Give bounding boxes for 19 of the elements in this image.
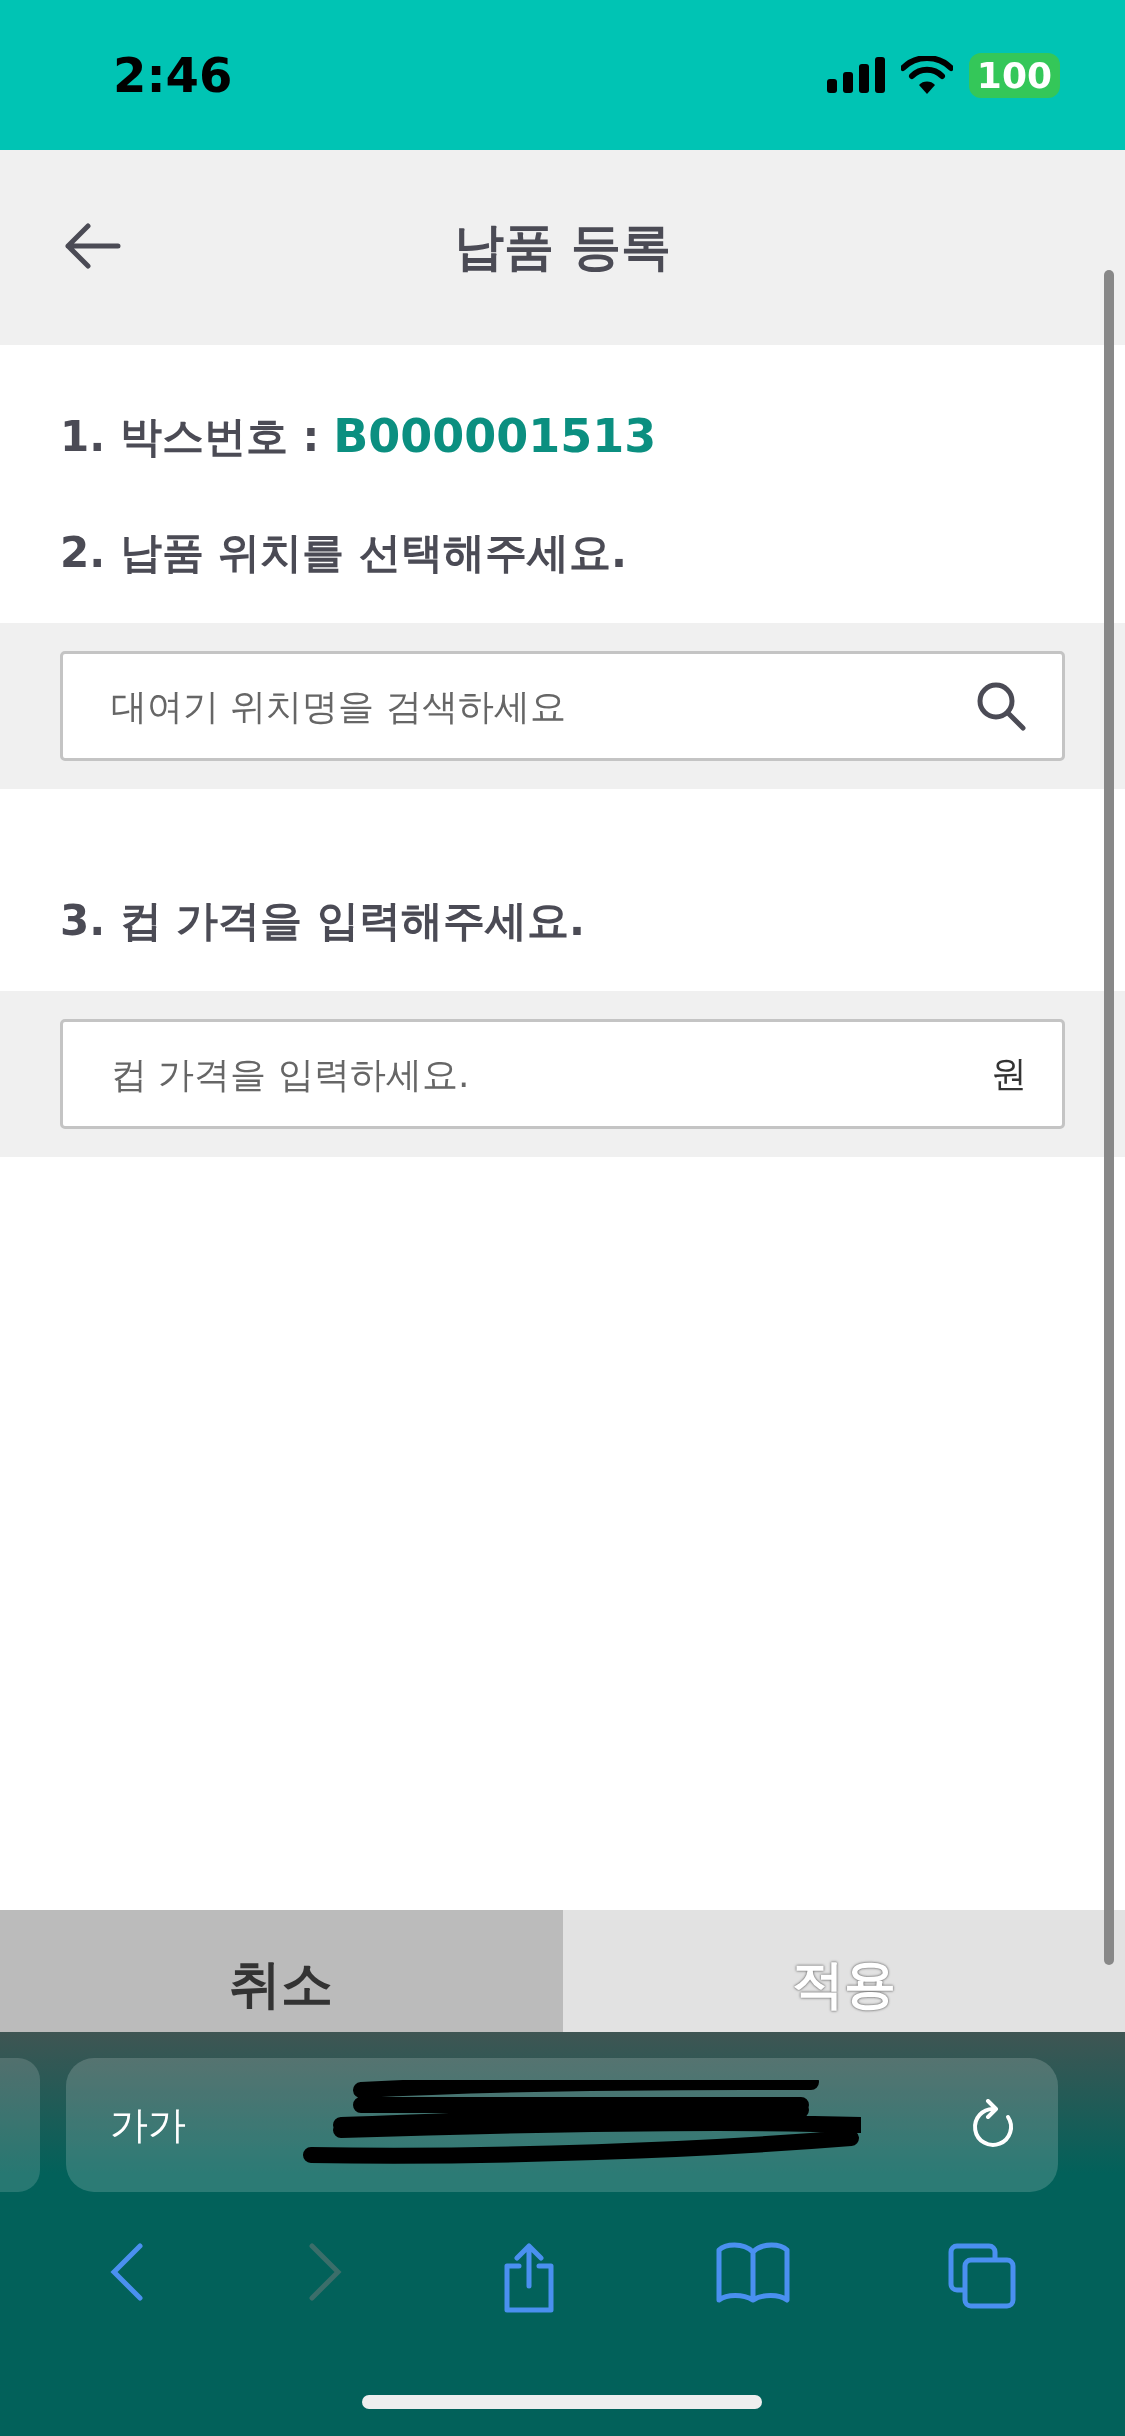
cancel-button[interactable]: 취소 [0, 1910, 563, 2032]
location-question: 2. 납품 위치를 선택해주세요. [59, 527, 628, 579]
search-icon[interactable] [975, 680, 1027, 732]
currency-unit: 원 [991, 1051, 1027, 1096]
page-title: 납품 등록 [453, 217, 672, 278]
location-search-field[interactable]: 대여기 위치명을 검색하세요 [60, 651, 1065, 761]
text-size-button[interactable]: 가가 [104, 2098, 192, 2152]
signal-icon [826, 57, 885, 93]
box-number-label: 1. 박스번호 : [60, 411, 320, 463]
wifi-icon [900, 56, 953, 94]
status-time: 2:46 [113, 47, 233, 103]
battery-level: 100 [968, 52, 1060, 98]
back-arrow-icon[interactable] [64, 222, 122, 270]
scrollbar[interactable] [1104, 270, 1114, 1965]
price-question: 3. 컵 가격을 입력해주세요. [59, 895, 586, 947]
tabs-icon[interactable] [947, 2242, 1018, 2310]
book-icon[interactable] [715, 2242, 792, 2304]
address-bar[interactable]: 가가 [66, 2058, 1058, 2192]
box-number-value: B000001513 [333, 409, 657, 465]
